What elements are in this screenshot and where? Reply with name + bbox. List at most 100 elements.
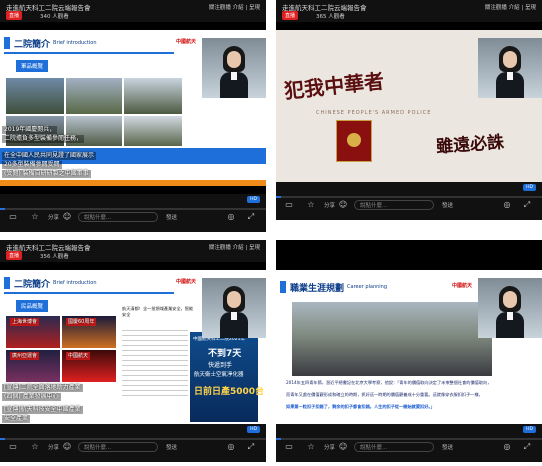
live-badge: 直播 <box>6 11 23 20</box>
panel-header: 走進航天科工二院云端報告會 直播 365 人觀看 關注觀播 介紹 | 呈現 <box>276 0 542 22</box>
progress-bar[interactable] <box>0 438 266 440</box>
section-tag: 軍品概覽 <box>16 60 49 72</box>
panel-header: 走進航天科工二院云端報告會 直播 340 人觀看 關注觀播 介紹 | 呈現 <box>0 0 266 22</box>
share-label[interactable]: 分享 <box>48 443 59 451</box>
panel-header: 走進航天科工二院云端報告會 直播 356 人觀看 關注觀播 介紹 | 呈現 <box>0 240 266 262</box>
share-label[interactable]: 分享 <box>324 201 335 209</box>
text-block <box>122 326 188 396</box>
intro-text: 航天清都！全一批領域產業安全，智能安全 <box>122 306 194 317</box>
photo-parade-3 <box>124 78 182 114</box>
photo-parade-2 <box>66 78 122 114</box>
photo-parade-1 <box>6 78 64 114</box>
header-controls[interactable]: 關注觀播 介紹 | 呈現 <box>209 243 260 251</box>
slide-stage: 二院簡介 Brief introduction 中國航天 軍品概覽 2019年國… <box>0 30 266 186</box>
heading-subtitle: Career planning <box>347 284 388 290</box>
emoji-icon[interactable]: ☺ <box>62 442 72 452</box>
live-badge: 直播 <box>282 11 299 20</box>
fullscreen-icon[interactable]: ⤢ <box>246 212 256 222</box>
caption-4: 20多型裝備參閱受閱 <box>2 161 62 169</box>
share-label[interactable]: 分享 <box>48 213 59 221</box>
slide-stage: 犯我中華者 CHINESE PEOPLE'S ARMED POLICE 雖遠必誅 <box>276 30 542 186</box>
group-photo <box>292 302 492 376</box>
caption-1: [宣傳]二院全面落地助力產業 <box>2 384 83 392</box>
live-badge: 直播 <box>6 251 23 260</box>
comment-input[interactable]: 說點什麼... <box>78 442 158 452</box>
tile-label-asian-games: 廣州亞運會 <box>10 352 40 360</box>
emoji-icon[interactable]: ☺ <box>338 442 348 452</box>
chat-icon[interactable]: ▭ <box>8 442 18 452</box>
player-controls: HD ▭ ☆ 分享 ☺ 說點什麼... 發送 ◎ ⤢ <box>0 194 266 232</box>
heading-title: 二院簡介 <box>14 39 51 50</box>
slide-stage: 職業生涯規劃 Career planning 中國航天 2014年五四青年節，習… <box>276 270 542 426</box>
slide-heading: 職業生涯規劃 Career planning <box>280 280 387 294</box>
comment-input[interactable]: 說點什麼... <box>354 442 434 452</box>
hd-badge[interactable]: HD <box>247 426 260 433</box>
like-icon[interactable]: ☆ <box>30 442 40 452</box>
progress-bar[interactable] <box>276 196 542 198</box>
progress-bar[interactable] <box>276 438 542 440</box>
presenter-video <box>478 38 542 98</box>
slide-heading: 二院簡介 Brief introduction <box>4 36 97 50</box>
tile-label-aerospace: 中國航天 <box>66 352 91 360</box>
casic-logo: 中國航天 <box>175 279 196 285</box>
gift-icon[interactable]: ◎ <box>226 212 236 222</box>
promo-line-3: 快遞到手 <box>208 362 233 369</box>
send-button[interactable]: 發送 <box>442 201 453 209</box>
chat-icon[interactable]: ▭ <box>284 442 294 452</box>
player-controls: HD ▭ ☆ 分享 ☺ 說點什麼... 發送 ◎ ⤢ <box>276 182 542 220</box>
fullscreen-icon[interactable]: ⤢ <box>522 442 532 452</box>
gift-icon[interactable]: ◎ <box>226 442 236 452</box>
gift-icon[interactable]: ◎ <box>502 200 512 210</box>
presenter-avatar <box>220 46 248 98</box>
header-controls[interactable]: 關注觀播 介紹 | 呈現 <box>485 3 536 11</box>
emoji-icon[interactable]: ☺ <box>338 200 348 210</box>
presenter-video <box>202 38 266 98</box>
emoji-icon[interactable]: ☺ <box>62 212 72 222</box>
player-controls: HD ▭ ☆ 分享 ☺ 說點什麼... 發送 ◎ ⤢ <box>0 424 266 462</box>
like-icon[interactable]: ☆ <box>306 200 316 210</box>
send-button[interactable]: 發送 <box>166 213 177 221</box>
fullscreen-icon[interactable]: ⤢ <box>522 200 532 210</box>
fullscreen-icon[interactable]: ⤢ <box>246 442 256 452</box>
hd-badge[interactable]: HD <box>247 196 260 203</box>
progress-bar[interactable] <box>0 208 266 210</box>
like-icon[interactable]: ☆ <box>306 442 316 452</box>
heading-subtitle: Brief introduction <box>53 40 97 46</box>
divider <box>4 52 174 54</box>
comment-input[interactable]: 說點什麼... <box>78 212 158 222</box>
photo-parade-6 <box>124 116 182 146</box>
caption-3: 在全中國人民共同見證了國家展示 <box>2 152 97 160</box>
casic-logo: 中國航天 <box>451 283 472 289</box>
gift-icon[interactable]: ◎ <box>502 442 512 452</box>
viewer-count: 356 人觀看 <box>40 254 69 260</box>
chat-icon[interactable]: ▭ <box>8 212 18 222</box>
heading-block-icon <box>4 37 10 49</box>
send-button[interactable]: 發送 <box>442 443 453 451</box>
ink-calligraphy-left: 犯我中華者 <box>283 68 386 104</box>
presenter-video <box>202 278 266 338</box>
presenter-avatar <box>220 286 248 338</box>
header-controls[interactable]: 關注觀播 介紹 | 呈現 <box>209 3 260 11</box>
caption-1: 2019年國慶閱兵， <box>2 126 58 134</box>
comment-input[interactable]: 說點什麼... <box>354 200 434 210</box>
heading-block-icon <box>280 281 286 293</box>
section-tag: 民品概覽 <box>16 300 49 312</box>
presenter-avatar <box>496 46 524 98</box>
tile-label-expo: 上海世博會 <box>10 318 40 326</box>
live-panel-4: 職業生涯規劃 Career planning 中國航天 2014年五四青年節，習… <box>276 240 542 462</box>
heading-title: 二院簡介 <box>14 279 51 290</box>
player-controls: HD ▭ ☆ 分享 ☺ 說點什麼... 發送 ◎ ⤢ <box>276 424 542 462</box>
like-icon[interactable]: ☆ <box>30 212 40 222</box>
share-label[interactable]: 分享 <box>324 443 335 451</box>
promo-line-5: 日前日產5000台 <box>194 387 265 397</box>
ink-calligraphy-right: 雖遠必誅 <box>435 132 505 158</box>
send-button[interactable]: 發送 <box>166 443 177 451</box>
hd-badge[interactable]: HD <box>523 184 536 191</box>
chat-icon[interactable]: ▭ <box>284 200 294 210</box>
hd-badge[interactable]: HD <box>523 426 536 433</box>
orange-stripe <box>0 180 266 186</box>
promo-line-2: 不到7天 <box>208 349 242 359</box>
viewer-count: 340 人觀看 <box>40 14 69 20</box>
tile-label-national-day: 國慶60周年 <box>66 318 97 326</box>
caption-4: 安全產業 <box>2 415 31 423</box>
